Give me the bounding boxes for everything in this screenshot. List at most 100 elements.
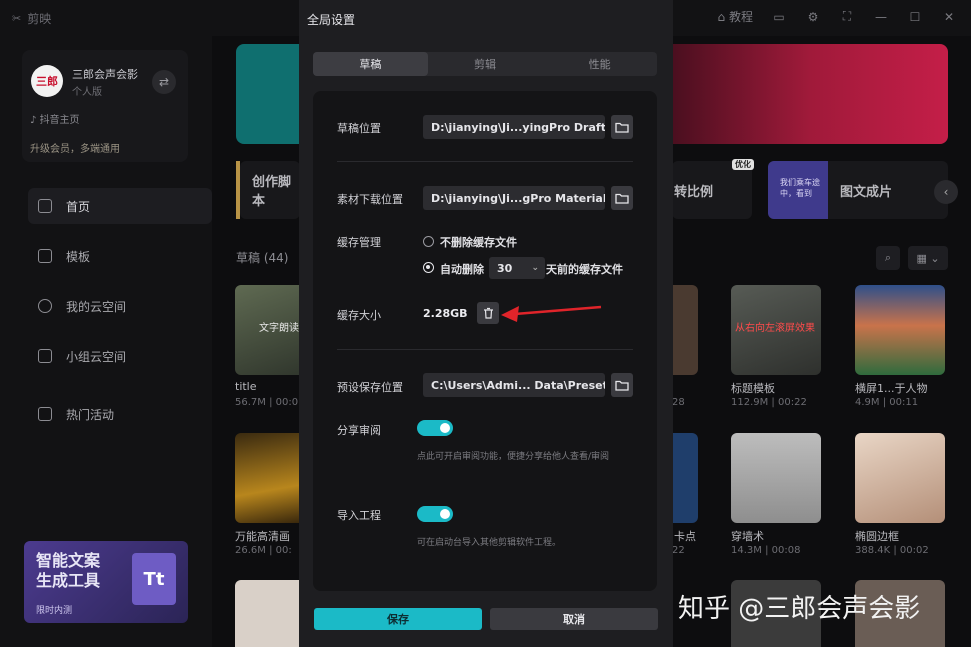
clear-cache-trash-icon[interactable]	[477, 302, 499, 324]
feature-thumbnail: 我们乘车途中，看到	[768, 161, 828, 219]
jianying-logo-icon: ✂	[12, 12, 22, 25]
cache-manage-label: 缓存管理	[337, 236, 381, 249]
douyin-link[interactable]: ♪ 抖音主页	[30, 111, 80, 126]
draft-card[interactable]	[855, 433, 945, 523]
maximize-icon[interactable]: ☐	[907, 9, 923, 25]
auto-delete-label[interactable]: 自动删除	[440, 261, 484, 277]
import-project-label: 导入工程	[337, 509, 381, 522]
preset-location-label: 预设保存位置	[337, 381, 403, 394]
promo-title: 智能文案 生成工具	[36, 551, 100, 591]
graduation-cap-icon: ⌂	[717, 10, 726, 24]
feedback-icon[interactable]: ▭	[771, 9, 787, 25]
promo-line-1: 智能文案	[36, 551, 101, 570]
cache-days-select[interactable]: 30 ⌄	[489, 257, 545, 279]
cache-days-value: 30	[497, 261, 513, 275]
card-title: 椭圆边框	[855, 530, 899, 543]
sidebar-item-label: 模板	[66, 249, 91, 264]
global-settings-dialog: 全局设置 草稿 剪辑 性能 草稿位置 D:\jianying\Ji...ying…	[299, 0, 673, 647]
user-type: 个人版	[72, 87, 102, 98]
dialog-title: 全局设置	[307, 13, 356, 27]
watermark: 知乎 @三郎会声会影	[678, 594, 921, 624]
material-location-field[interactable]: D:\jianying\Ji...gPro Materials	[423, 186, 605, 210]
card-meta: 388.4K | 00:02	[855, 545, 929, 556]
import-project-hint: 可在启动台导入其他剪辑软件工程。	[417, 538, 562, 548]
card-meta: 26.6M | 00:	[235, 545, 292, 556]
card-thumb-text: 从右向左滚屏效果	[735, 323, 815, 334]
feature-tag: 优化	[732, 159, 754, 170]
sidebar-item-events[interactable]: 热门活动	[28, 396, 212, 432]
feature-script[interactable]: 创作脚本	[240, 161, 300, 219]
cloud-icon	[38, 299, 52, 313]
draft-card[interactable]: 从右向左滚屏效果	[731, 285, 821, 375]
sidebar-item-team-cloud[interactable]: 小组云空间	[28, 338, 212, 374]
profile-card: 三郎 三郎会声会影 个人版 ⇄ ♪ 抖音主页 升级会员，多端通用	[22, 50, 188, 162]
sidebar-item-label: 小组云空间	[66, 349, 127, 364]
upgrade-link[interactable]: 升级会员，多端通用	[30, 140, 120, 155]
card-title: 卡点	[674, 530, 696, 543]
fullscreen-icon[interactable]: ⛶	[839, 9, 855, 25]
card-meta: 14.3M | 00:08	[731, 545, 801, 556]
folder-icon[interactable]	[611, 115, 633, 139]
tab-performance[interactable]: 性能	[542, 52, 657, 76]
preset-location-field[interactable]: C:\Users\Admi... Data\Presets	[423, 373, 605, 397]
tutorial-label: 教程	[728, 10, 753, 24]
card-title: 穿墙术	[731, 530, 764, 543]
view-toggle-icon[interactable]: ▦ ⌄	[908, 246, 948, 270]
app-logo: ✂ 剪映	[12, 10, 51, 27]
user-name: 三郎会声会影	[72, 68, 138, 81]
sidebar-item-templates[interactable]: 模板	[28, 238, 212, 274]
avatar[interactable]: 三郎	[31, 65, 63, 97]
keep-cache-label[interactable]: 不删除缓存文件	[440, 234, 517, 250]
card-meta: 22	[672, 545, 685, 556]
radio-auto-delete[interactable]	[423, 262, 434, 273]
sidebar-item-my-cloud[interactable]: 我的云空间	[28, 288, 212, 324]
settings-tabs: 草稿 剪辑 性能	[313, 52, 657, 76]
folder-icon[interactable]	[611, 186, 633, 210]
draft-card[interactable]	[855, 285, 945, 375]
chevron-left-icon[interactable]: ‹	[934, 180, 958, 204]
draft-card[interactable]	[672, 433, 698, 523]
card-meta: 28	[672, 397, 685, 408]
share-review-toggle[interactable]	[417, 420, 453, 436]
close-icon[interactable]: ✕	[941, 9, 957, 25]
folder-icon[interactable]	[611, 373, 633, 397]
text-tool-icon: Tt	[132, 553, 176, 605]
feature-label: 转比例	[674, 184, 714, 200]
draft-card[interactable]	[672, 285, 698, 375]
promo-banner[interactable]: 智能文案 生成工具 限时内测 Tt	[24, 541, 188, 623]
tab-editing[interactable]: 剪辑	[428, 52, 543, 76]
app-name: 剪映	[27, 12, 52, 26]
draft-location-label: 草稿位置	[337, 122, 381, 135]
minimize-icon[interactable]: —	[873, 9, 889, 25]
template-icon	[38, 249, 52, 263]
divider	[337, 161, 633, 162]
feature-label: 图文成片	[840, 184, 893, 200]
draft-card[interactable]	[731, 433, 821, 523]
import-project-toggle[interactable]	[417, 506, 453, 522]
tab-drafts[interactable]: 草稿	[313, 52, 428, 76]
promo-line-2: 生成工具	[36, 571, 101, 590]
cache-size-label: 缓存大小	[337, 309, 381, 322]
feature-image-to-video[interactable]: 我们乘车途中，看到 图文成片	[768, 161, 948, 219]
sidebar-item-label: 热门活动	[66, 407, 115, 422]
promo-subtitle: 限时内测	[36, 606, 73, 616]
settings-icon[interactable]: ⚙	[805, 9, 821, 25]
feature-ratio[interactable]: 转比例 优化	[672, 159, 754, 219]
share-review-hint: 点此可开启审阅功能，便捷分享给他人查看/审阅	[417, 452, 610, 462]
annotation-arrow	[501, 305, 602, 322]
draft-location-field[interactable]: D:\jianying\Ji...yingPro Drafts	[423, 115, 605, 139]
hero-banner-left[interactable]	[236, 44, 300, 144]
search-icon[interactable]: ⌕	[876, 246, 900, 270]
card-title: 万能高清画	[235, 530, 290, 543]
save-button[interactable]: 保存	[314, 608, 482, 630]
divider	[337, 349, 633, 350]
settings-panel: 草稿位置 D:\jianying\Ji...yingPro Drafts 素材下…	[313, 91, 657, 591]
team-icon	[38, 349, 52, 363]
cancel-button[interactable]: 取消	[490, 608, 658, 630]
radio-keep-cache[interactable]	[423, 236, 434, 247]
switch-account-icon[interactable]: ⇄	[152, 70, 176, 94]
tutorial-button[interactable]: ⌂ 教程	[718, 8, 753, 25]
hero-banner-right[interactable]	[672, 44, 948, 144]
share-review-label: 分享审阅	[337, 424, 381, 437]
sidebar-item-home[interactable]: 首页	[28, 188, 212, 224]
